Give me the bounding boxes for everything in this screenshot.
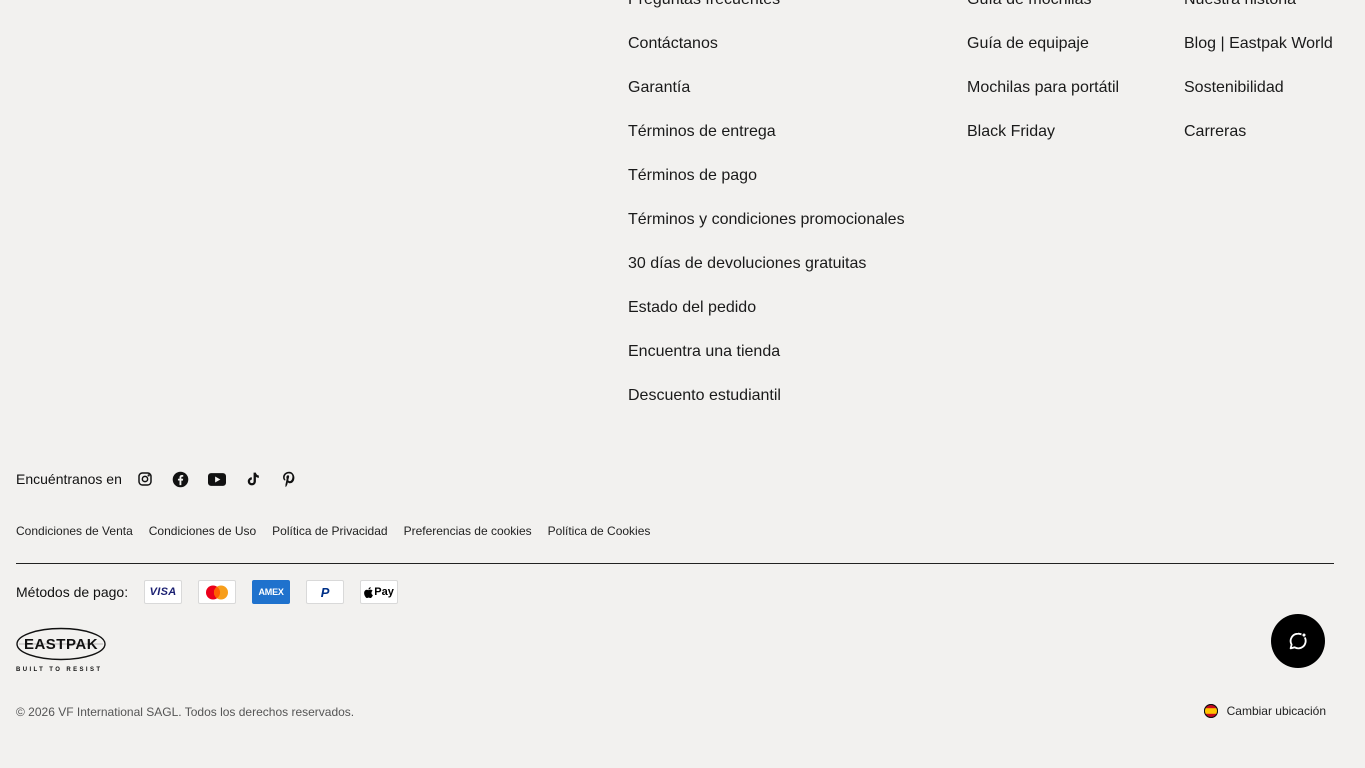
footer-link-sustainability[interactable]: Sostenibilidad [1184,76,1333,120]
footer-link-delivery-terms[interactable]: Términos de entrega [628,120,905,164]
footer-link-order-status[interactable]: Estado del pedido [628,296,905,340]
payment-methods-label: Métodos de pago: [16,584,129,600]
instagram-icon[interactable] [132,468,158,490]
footer-link-laptop-backpacks[interactable]: Mochilas para portátil [967,76,1119,120]
footer-divider [16,563,1334,564]
mastercard-icon [198,580,237,604]
footer-link-free-returns[interactable]: 30 días de devoluciones gratuitas [628,252,905,296]
applepay-icon: Pay [360,580,399,604]
footer-link-faq[interactable]: Preguntas frecuentes [628,0,905,32]
payment-methods: Métodos de pago: VISA AMEX P Pay [16,580,414,604]
eastpak-logo[interactable]: EASTPAK BUILT TO RESIST [16,627,108,673]
social-label: Encuéntranos en [16,471,122,487]
legal-link-cookie-policy[interactable]: Política de Cookies [548,523,651,539]
change-location-button[interactable]: Cambiar ubicación [1203,704,1326,718]
footer-column-help: Preguntas frecuentes Contáctanos Garantí… [628,0,905,428]
footer-link-contact[interactable]: Contáctanos [628,32,905,76]
logo-brand-text: EASTPAK [24,636,98,653]
footer-link-backpack-guide[interactable]: Guía de mochilas [967,0,1119,32]
tiktok-icon[interactable] [240,468,266,490]
chat-icon [1289,632,1307,650]
footer-link-black-friday[interactable]: Black Friday [967,120,1119,164]
pinterest-icon[interactable] [276,468,302,490]
chat-button[interactable] [1271,614,1325,668]
legal-link-privacy-policy[interactable]: Política de Privacidad [272,523,387,539]
youtube-icon[interactable] [204,468,230,490]
legal-links: Condiciones de Venta Condiciones de Uso … [16,523,666,539]
footer-link-our-story[interactable]: Nuestra historia [1184,0,1333,32]
footer-link-blog[interactable]: Blog | Eastpak World [1184,32,1333,76]
legal-link-terms-of-sale[interactable]: Condiciones de Venta [16,523,133,539]
footer-link-promo-terms[interactable]: Términos y condiciones promocionales [628,208,905,252]
change-location-label: Cambiar ubicación [1226,704,1326,718]
footer-column-about: Nuestra historia Blog | Eastpak World So… [1184,0,1333,164]
footer-link-store-locator[interactable]: Encuentra una tienda [628,340,905,384]
footer-link-student-discount[interactable]: Descuento estudiantil [628,384,905,428]
logo-tagline: BUILT TO RESIST [16,667,102,673]
facebook-icon[interactable] [168,468,194,490]
footer-link-careers[interactable]: Carreras [1184,120,1333,164]
paypal-icon: P [306,580,345,604]
copyright-text: © 2026 VF International SAGL. Todos los … [16,705,355,719]
spain-flag-icon [1203,704,1218,718]
visa-icon: VISA [144,580,183,604]
footer-link-luggage-guide[interactable]: Guía de equipaje [967,32,1119,76]
legal-link-terms-of-use[interactable]: Condiciones de Uso [149,523,256,539]
footer-link-warranty[interactable]: Garantía [628,76,905,120]
amex-icon: AMEX [252,580,291,604]
footer-column-shop: Guía de mochilas Guía de equipaje Mochil… [967,0,1119,164]
social-links: Encuéntranos en [16,468,312,490]
footer-link-payment-terms[interactable]: Términos de pago [628,164,905,208]
legal-link-cookie-preferences[interactable]: Preferencias de cookies [404,523,532,539]
